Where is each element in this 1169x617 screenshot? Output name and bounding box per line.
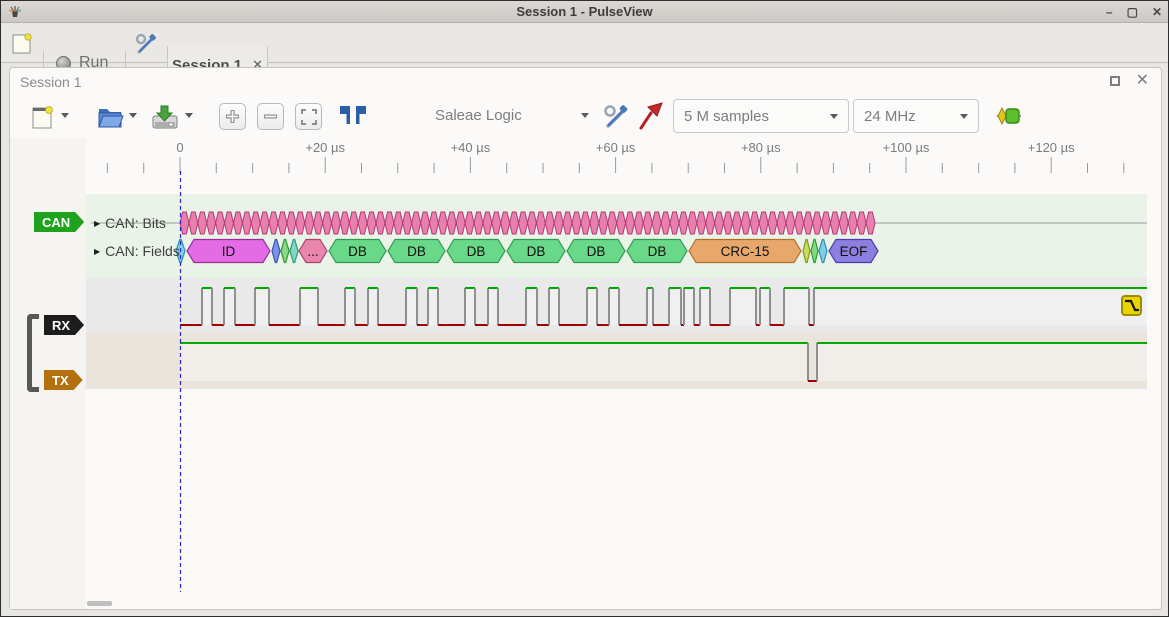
main-toolbar: Run Session 1 ✕	[1, 23, 1168, 63]
titlebar: Session 1 - PulseView – ▢ ✕	[1, 1, 1168, 23]
device-dropdown-arrow[interactable]	[581, 113, 589, 118]
save-dropdown[interactable]	[185, 113, 193, 118]
device-config-icon[interactable]	[603, 103, 631, 131]
tx-band	[86, 333, 1147, 389]
pulseview-window: Session 1 - PulseView – ▢ ✕ Run Session …	[0, 0, 1169, 617]
save-button[interactable]	[151, 103, 179, 130]
device-select[interactable]: Saleae Logic	[435, 107, 522, 124]
decoder-band	[86, 194, 1147, 278]
sample-count-combo[interactable]: 5 M samples	[673, 99, 849, 133]
add-decoder-icon[interactable]	[996, 107, 1022, 125]
zoom-fit-button[interactable]	[295, 103, 322, 130]
row-can-fields-label: CAN: Fields	[105, 243, 180, 259]
sample-count-arrow	[830, 114, 838, 119]
can-decoder-tag[interactable]: CAN	[34, 212, 84, 232]
device-name: Saleae Logic	[435, 107, 522, 124]
sample-rate-arrow	[960, 114, 968, 119]
new-file-dropdown[interactable]	[61, 113, 69, 118]
zoom-out-button[interactable]	[257, 103, 284, 130]
zoom-in-button[interactable]	[219, 103, 246, 130]
row-can-bits[interactable]: ▶ CAN: Bits	[94, 215, 166, 231]
trigger-marker-falling-edge[interactable]	[1122, 296, 1141, 315]
expand-arrow-icon[interactable]: ▶	[94, 219, 100, 228]
sample-rate-value: 24 MHz	[864, 108, 916, 125]
expand-arrow-icon[interactable]: ▶	[94, 247, 100, 256]
channels-probe-icon[interactable]	[637, 101, 665, 131]
settings-tools-icon[interactable]	[135, 32, 159, 56]
plus-icon	[225, 109, 240, 124]
rx-band	[86, 278, 1147, 333]
window-title: Session 1 - PulseView	[1, 4, 1168, 19]
sample-rate-combo[interactable]: 24 MHz	[853, 99, 979, 133]
new-file-button[interactable]	[31, 104, 55, 131]
minimize-icon[interactable]: –	[1106, 5, 1113, 19]
dock-close-icon[interactable]: ✕	[1136, 73, 1149, 89]
open-file-button[interactable]	[96, 103, 124, 130]
new-session-icon[interactable]	[11, 31, 33, 55]
minus-icon	[263, 109, 278, 124]
sample-count-value: 5 M samples	[684, 108, 769, 125]
horizontal-scrollbar-handle[interactable]	[87, 601, 112, 606]
trace-group-bracket[interactable]	[27, 314, 39, 392]
close-icon[interactable]: ✕	[1152, 5, 1162, 19]
row-can-fields[interactable]: ▶ CAN: Fields	[94, 243, 180, 259]
dock-float-icon[interactable]	[1110, 76, 1120, 86]
fit-corners-icon	[301, 109, 317, 125]
maximize-icon[interactable]: ▢	[1127, 5, 1138, 19]
show-pulses-icon[interactable]	[339, 105, 367, 127]
open-file-dropdown[interactable]	[129, 113, 137, 118]
row-can-bits-label: CAN: Bits	[105, 215, 166, 231]
dock-title: Session 1	[20, 74, 81, 90]
